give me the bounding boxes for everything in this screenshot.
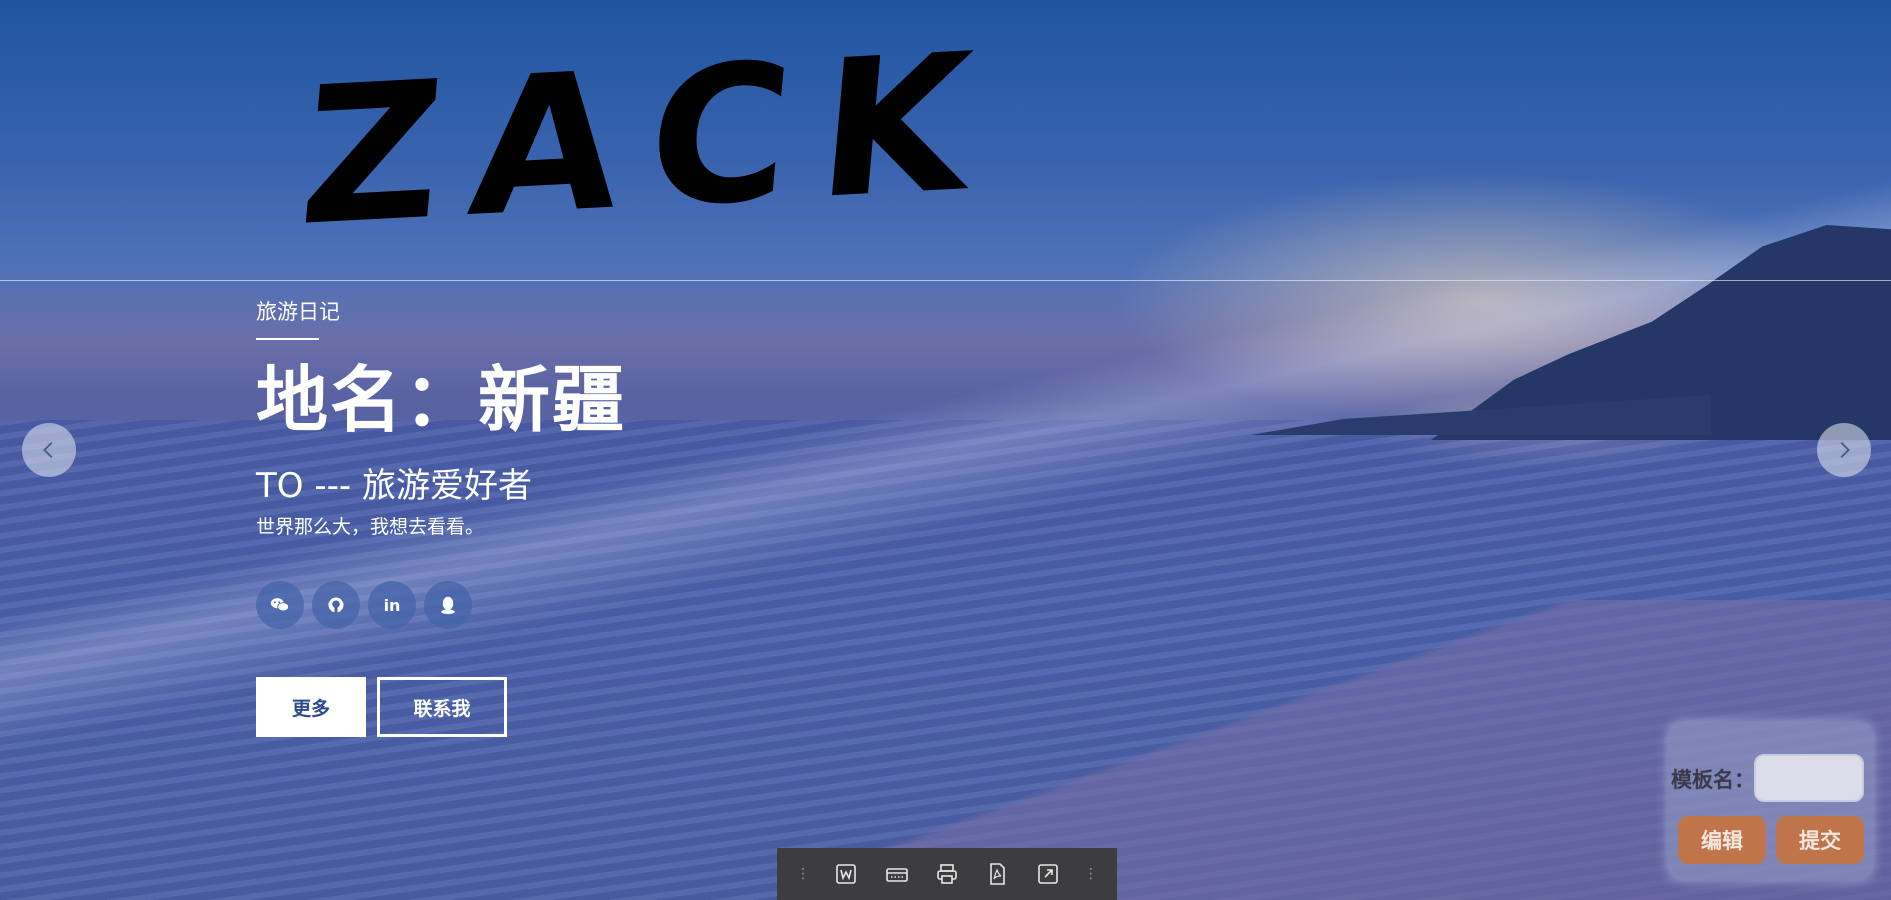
hero-buttons: 更多 联系我 bbox=[256, 677, 626, 737]
hero-description: 世界那么大，我想去看看。 bbox=[256, 516, 485, 538]
header-divider bbox=[0, 280, 1891, 281]
site-logo[interactable]: ZACK bbox=[293, 11, 1275, 268]
pdf-export-button[interactable] bbox=[983, 860, 1011, 888]
linkedin-icon: in bbox=[383, 595, 401, 615]
word-export-button[interactable] bbox=[832, 860, 860, 888]
wechat-icon bbox=[270, 598, 290, 612]
expand-icon bbox=[1037, 864, 1058, 884]
slider-prev-button[interactable] bbox=[22, 423, 76, 477]
chevron-left-icon bbox=[43, 442, 53, 458]
wechat-link[interactable] bbox=[256, 581, 304, 629]
hero-content: 旅游日记 地名：新疆 TO --- 旅游爱好者 世界那么大，我想去看看。 in bbox=[256, 296, 626, 737]
linkedin-link[interactable]: in bbox=[368, 581, 416, 629]
hero-tag: 旅游日记 bbox=[256, 300, 340, 324]
github-icon bbox=[328, 597, 344, 613]
hero-subtitle: TO --- 旅游爱好者 bbox=[256, 466, 532, 506]
template-panel: 模板名： 编辑 提交 bbox=[1668, 722, 1873, 880]
word-icon bbox=[836, 864, 857, 884]
more-button[interactable]: 更多 bbox=[256, 677, 366, 737]
logo-text: ZACK bbox=[293, 11, 1009, 268]
template-name-label: 模板名： bbox=[1671, 768, 1755, 792]
submit-button[interactable]: 提交 bbox=[1776, 816, 1864, 864]
slider-next-button[interactable] bbox=[1817, 423, 1871, 477]
keyboard-button[interactable] bbox=[883, 860, 911, 888]
print-icon bbox=[937, 864, 957, 884]
chevron-right-icon bbox=[1840, 442, 1850, 458]
edit-button[interactable]: 编辑 bbox=[1678, 816, 1766, 864]
github-link[interactable] bbox=[312, 581, 360, 629]
hero-title: 地名：新疆 bbox=[256, 358, 627, 442]
template-name-input[interactable] bbox=[1754, 754, 1864, 802]
bottom-toolbar: ⋮ ⋮ bbox=[777, 848, 1117, 900]
contact-button[interactable]: 联系我 bbox=[377, 677, 507, 737]
qq-link[interactable] bbox=[424, 581, 472, 629]
keyboard-icon bbox=[885, 868, 908, 882]
print-button[interactable] bbox=[933, 860, 961, 888]
toolbar-grip-right[interactable]: ⋮ bbox=[1084, 866, 1098, 882]
tag-underline bbox=[256, 338, 319, 340]
qq-icon bbox=[441, 596, 455, 614]
social-links: in bbox=[256, 581, 626, 629]
pdf-icon bbox=[990, 863, 1006, 885]
toolbar-grip-left[interactable]: ⋮ bbox=[796, 866, 810, 882]
fullscreen-button[interactable] bbox=[1034, 860, 1062, 888]
